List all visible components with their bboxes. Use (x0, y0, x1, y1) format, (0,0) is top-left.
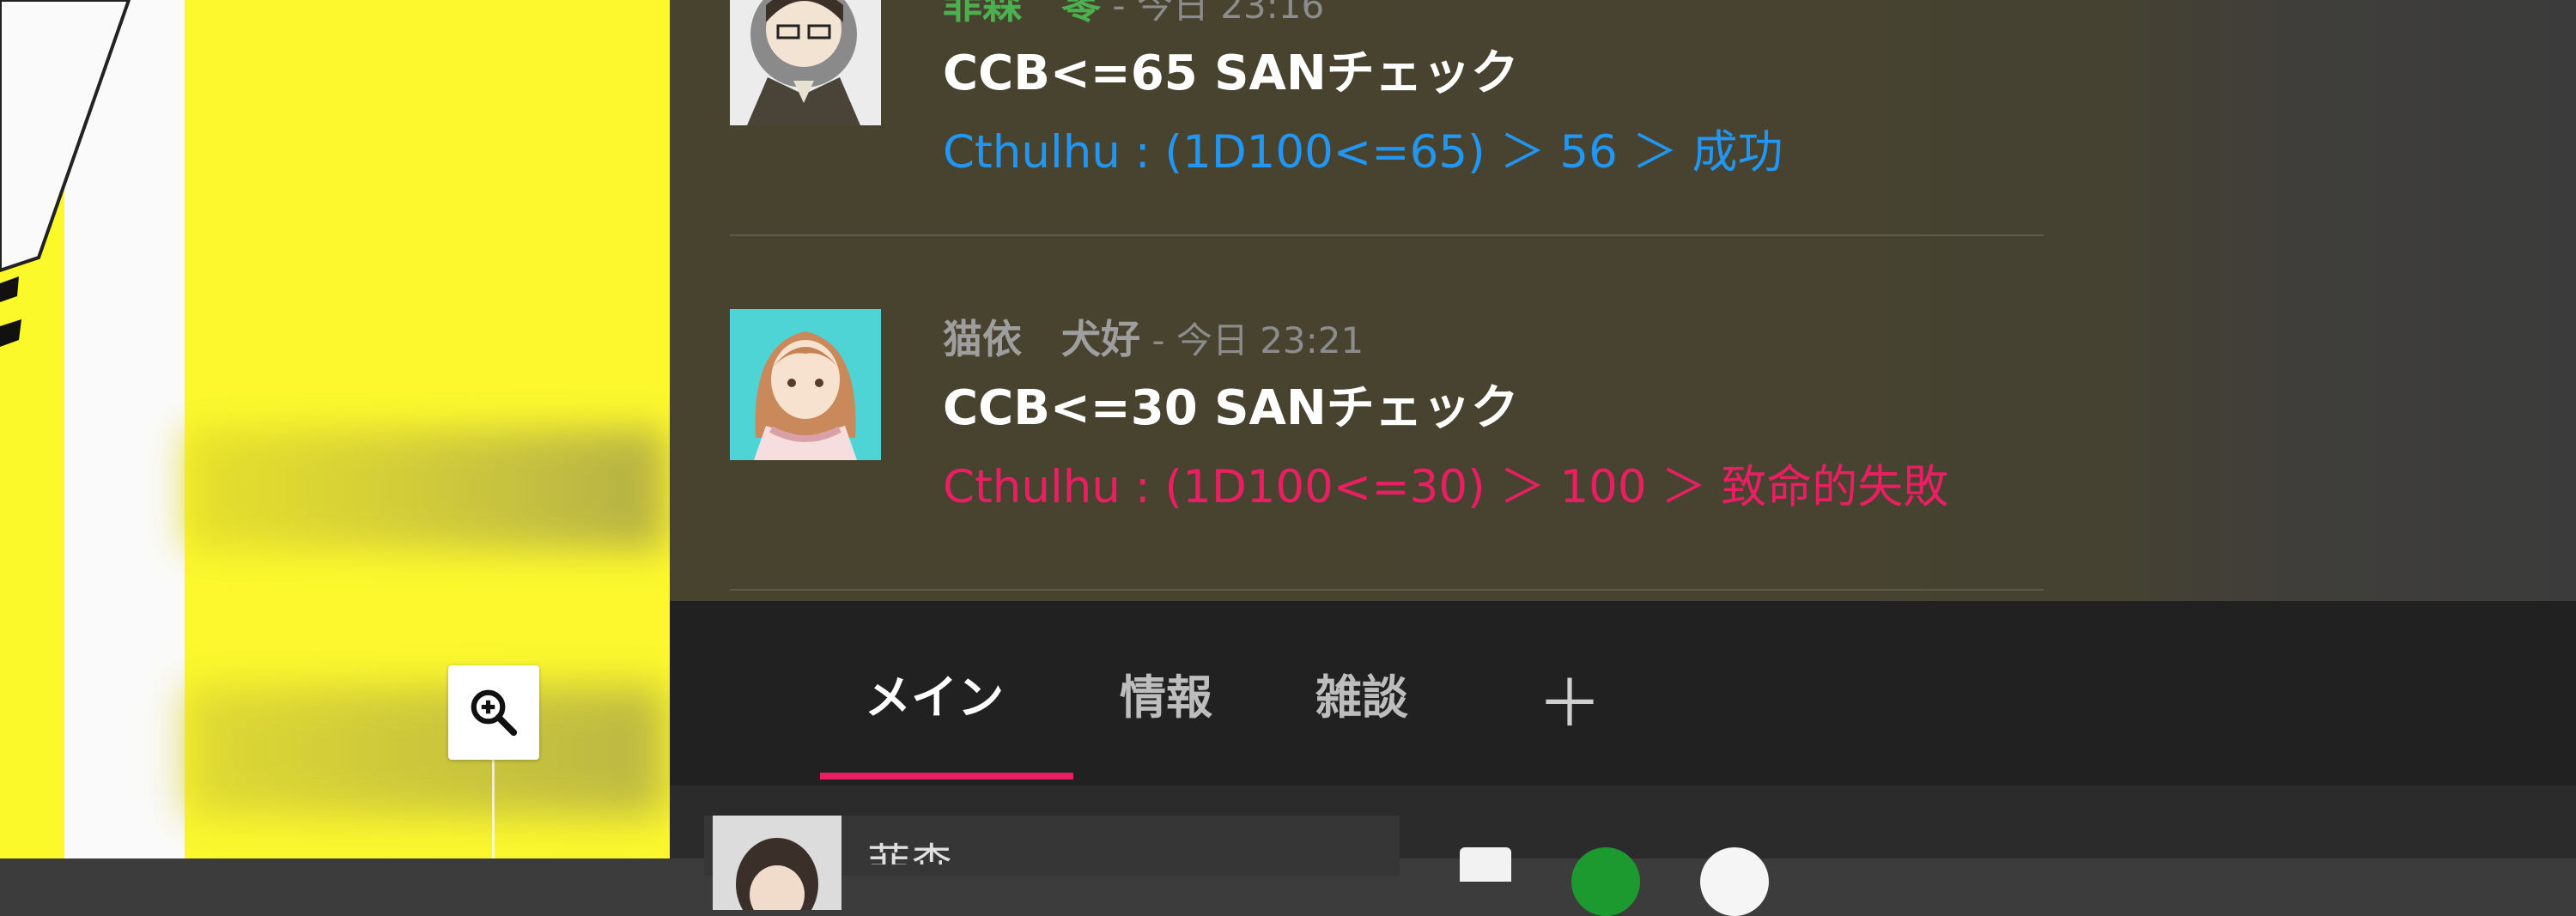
character-name: 菲森 (867, 840, 953, 864)
blurred-stage-object (185, 687, 665, 816)
add-tab-button[interactable]: ＋ (1537, 651, 1602, 745)
message-text: CCB<=65 SANチェック (943, 45, 1519, 101)
dice-result: Cthulhu : (1D100<=65) ＞ 56 ＞ 成功 (943, 126, 1783, 179)
chat-tab-bar: メイン 情報 雑談 ＋ (670, 601, 2576, 786)
zoom-in-icon (471, 689, 518, 737)
active-tab-indicator (820, 773, 1073, 780)
dice-result: Cthulhu : (1D100<=30) ＞ 100 ＞ 致命的失敗 (943, 461, 1949, 513)
message-divider (730, 589, 2044, 591)
sender-name: 猫依 犬好 (943, 316, 1140, 362)
status-icon[interactable] (1571, 847, 1640, 916)
settings-icon[interactable] (1700, 847, 1769, 916)
zoom-slider-track[interactable] (492, 760, 495, 858)
chat-palette-icon[interactable] (1460, 847, 1511, 882)
blurred-stage-object (185, 429, 665, 549)
sender-name: 菲森 零 (943, 0, 1101, 27)
stage-illustration (0, 0, 131, 347)
character-portrait (730, 0, 881, 125)
message-divider (730, 234, 2044, 236)
chat-log[interactable]: 菲森 零 - 今日 23:16 CCB<=65 SANチェック Cthulhu … (670, 0, 2576, 601)
tab-chat[interactable]: 雑談 (1315, 659, 1408, 727)
tab-main[interactable]: メイン (865, 659, 1004, 727)
message-timestamp: - 今日 23:16 (1101, 0, 1325, 27)
stage-area (0, 0, 670, 858)
avatar[interactable] (730, 309, 881, 460)
message-timestamp: - 今日 23:21 (1140, 319, 1364, 361)
character-portrait (713, 816, 841, 910)
chat-input-area: 菲森 (670, 786, 2576, 916)
avatar[interactable] (713, 816, 841, 910)
zoom-button[interactable] (448, 665, 539, 760)
character-portrait (730, 309, 881, 460)
tab-info[interactable]: 情報 (1120, 659, 1212, 727)
avatar[interactable] (730, 0, 881, 125)
message-text: CCB<=30 SANチェック (943, 380, 1519, 436)
